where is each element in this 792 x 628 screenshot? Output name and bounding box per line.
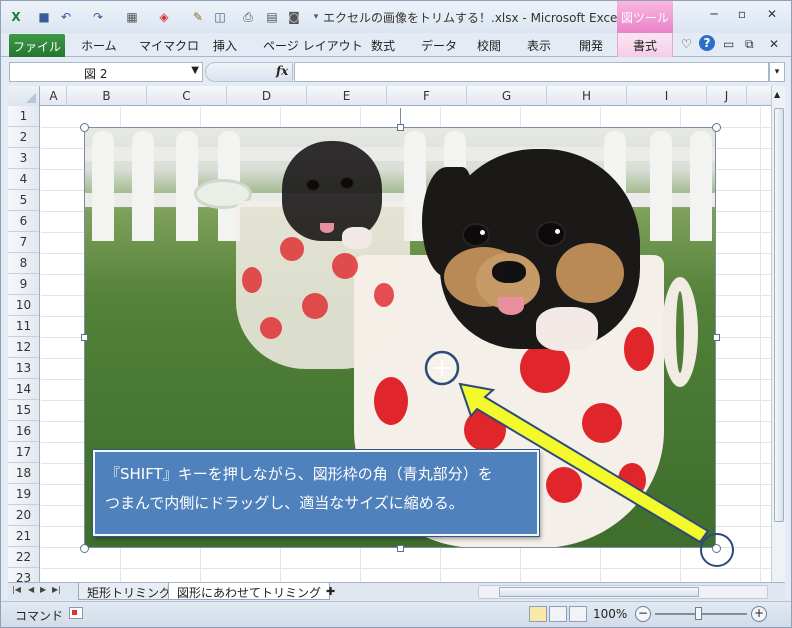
normal-view-icon[interactable] <box>529 606 547 622</box>
worksheet-grid[interactable]: ABCDEFGHIJ 1 2 3 4 5 6 7 8 9 10 11 12 13 14 15 16 17 18 19… <box>8 86 771 582</box>
zoom-in-icon[interactable]: + <box>751 606 767 622</box>
workbook-restore-icon[interactable]: ⧉ <box>745 37 754 52</box>
tab-file[interactable]: ファイル <box>9 34 65 57</box>
excel-window: X ■ ↶ ↷ ▦ ◈ ✎ ◫ ⎙ ▤ ◙ ▾ エクセルの画像をトリムする！.x… <box>0 0 792 628</box>
tab-page-layout[interactable]: ページ レイアウト <box>263 37 363 54</box>
last-sheet-icon[interactable]: ▶| <box>52 585 61 594</box>
next-sheet-icon[interactable]: ▶ <box>40 585 46 594</box>
status-mode: コマンド <box>15 609 64 623</box>
vertical-scrollbar[interactable]: ▲ <box>771 86 785 582</box>
callout-line-1: 『SHIFT』キーを押しながら、図形枠の角（青丸部分）を <box>105 465 493 483</box>
record-macro-icon[interactable] <box>69 607 83 619</box>
close-icon[interactable]: ✕ <box>759 7 785 25</box>
format-painter-icon[interactable]: ✎ <box>189 8 207 26</box>
formula-bar: 図 2 ▼ fx ▾ <box>1 58 791 86</box>
tab-insert[interactable]: 挿入 <box>213 37 237 54</box>
tab-my-macro[interactable]: マイマクロ <box>139 37 199 54</box>
page-layout-view-icon[interactable] <box>549 606 567 622</box>
window-title: エクセルの画像をトリムする！.xlsx - Microsoft Excel <box>323 11 621 25</box>
undo-icon[interactable]: ↶ <box>57 8 75 26</box>
name-box[interactable]: 図 2 ▼ <box>9 62 203 82</box>
workbook-minimize-icon[interactable]: ▭ <box>723 37 734 51</box>
expand-formula-bar-icon[interactable]: ▾ <box>769 62 785 82</box>
print-preview-icon[interactable]: ⎙ <box>239 8 257 26</box>
tab-format[interactable]: 書式 <box>617 33 673 57</box>
print-icon[interactable]: ▤ <box>263 8 281 26</box>
redo-icon[interactable]: ↷ <box>89 8 107 26</box>
tab-home[interactable]: ホーム <box>81 37 117 54</box>
formula-input[interactable] <box>294 62 769 82</box>
sheet-tab-rect-trim[interactable]: 矩形トリミング <box>78 583 181 600</box>
camera-icon[interactable]: ◙ <box>285 8 303 26</box>
insert-sheet-icon[interactable]: ✚ <box>318 584 343 601</box>
title-bar: X ■ ↶ ↷ ▦ ◈ ✎ ◫ ⎙ ▤ ◙ ▾ エクセルの画像をトリムする！.x… <box>1 1 791 33</box>
sheet-tab-bar: |◀ ◀ ▶ ▶| 矩形トリミング 図形にあわせてトリミング ✚ <box>8 582 785 600</box>
chevron-down-icon[interactable]: ▼ <box>191 65 199 76</box>
name-box-value: 図 2 <box>84 67 108 81</box>
tab-review[interactable]: 校閲 <box>477 37 501 54</box>
tab-data[interactable]: データ <box>421 37 457 54</box>
horizontal-scroll-thumb[interactable] <box>499 587 699 597</box>
first-sheet-icon[interactable]: |◀ <box>12 585 21 594</box>
prev-sheet-icon[interactable]: ◀ <box>28 585 34 594</box>
zoom-level[interactable]: 100% <box>593 607 627 621</box>
tab-developer[interactable]: 開発 <box>579 37 603 54</box>
ribbon-tabs: ファイル ホーム マイマクロ 挿入 ページ レイアウト 数式 データ 校閲 表示… <box>1 33 791 57</box>
save-icon[interactable]: ■ <box>35 8 53 26</box>
tab-view[interactable]: 表示 <box>527 37 551 54</box>
callout-line-2: つまんで内側にドラッグし、適当なサイズに縮める。 <box>105 494 464 512</box>
tab-formulas[interactable]: 数式 <box>371 37 395 54</box>
ribbon-minimize-chevron-icon[interactable]: ♡ <box>681 37 692 51</box>
picture-tools-context-label: 図ツール <box>617 1 673 33</box>
fill-color-icon[interactable]: ◈ <box>155 8 173 26</box>
workbook-close-icon[interactable]: ✕ <box>769 37 779 51</box>
borders-icon[interactable]: ▦ <box>123 8 141 26</box>
corner-highlight-circle <box>700 533 734 567</box>
help-icon[interactable]: ? <box>699 35 715 51</box>
excel-app-icon[interactable]: X <box>7 8 25 26</box>
insert-function-icon[interactable]: fx <box>276 64 288 78</box>
shapes-icon[interactable]: ◫ <box>211 8 229 26</box>
zoom-slider-thumb[interactable] <box>695 607 702 620</box>
vertical-scroll-thumb[interactable] <box>774 108 784 522</box>
horizontal-scrollbar[interactable] <box>478 585 768 599</box>
zoom-out-icon[interactable]: − <box>635 606 651 622</box>
page-break-view-icon[interactable] <box>569 606 587 622</box>
scroll-up-icon[interactable]: ▲ <box>774 90 780 99</box>
status-bar: コマンド 100% − + <box>1 601 791 627</box>
minimize-icon[interactable]: ─ <box>701 7 727 25</box>
sheet-tab-shape-trim[interactable]: 図形にあわせてトリミング <box>168 583 331 600</box>
instruction-callout: 『SHIFT』キーを押しながら、図形枠の角（青丸部分）を つまんで内側にドラッグ… <box>93 450 539 536</box>
maximize-icon[interactable]: ▫ <box>729 7 755 25</box>
